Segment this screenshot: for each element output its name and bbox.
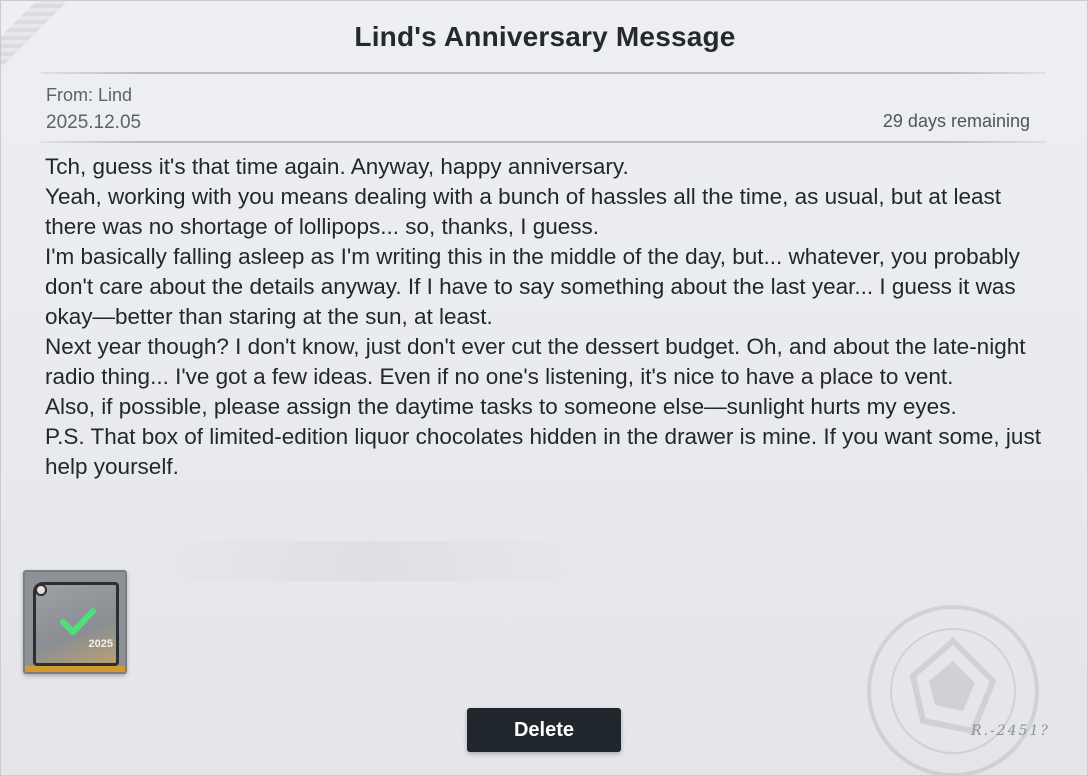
message-paragraph: I'm basically falling asleep as I'm writ…	[45, 244, 1020, 329]
attachment-rarity-bar	[25, 666, 125, 672]
attachment-reward-item[interactable]: 2025	[23, 570, 127, 674]
message-paragraph: Next year though? I don't know, just don…	[45, 334, 1026, 389]
attachment-pin-icon	[35, 584, 47, 596]
message-panel: Lind's Anniversary Message From: Lind 20…	[0, 0, 1088, 776]
message-paragraph: Tch, guess it's that time again. Anyway,…	[45, 154, 629, 179]
signature-mark: R.-2451?	[971, 723, 1050, 739]
seal-stamp-icon	[867, 605, 1039, 775]
message-paragraph: Also, if possible, please assign the day…	[45, 394, 957, 419]
message-date: 2025.12.05	[46, 112, 142, 133]
message-body: Tch, guess it's that time again. Anyway,…	[45, 152, 1045, 482]
title-divider	[41, 72, 1046, 74]
check-icon	[60, 608, 96, 635]
message-paragraph: P.S. That box of limited-edition liquor …	[45, 424, 1041, 479]
delete-button[interactable]: Delete	[467, 708, 621, 752]
header-divider	[41, 141, 1046, 143]
message-title: Lind's Anniversary Message	[354, 21, 736, 52]
expiry-countdown: 29 days remaining	[882, 111, 1030, 131]
attachment-year-label: 2025	[88, 638, 113, 650]
background-watermark	[151, 541, 591, 581]
message-paragraph: Yeah, working with you means dealing wit…	[45, 184, 1001, 239]
sender-label: From: Lind	[46, 85, 133, 105]
